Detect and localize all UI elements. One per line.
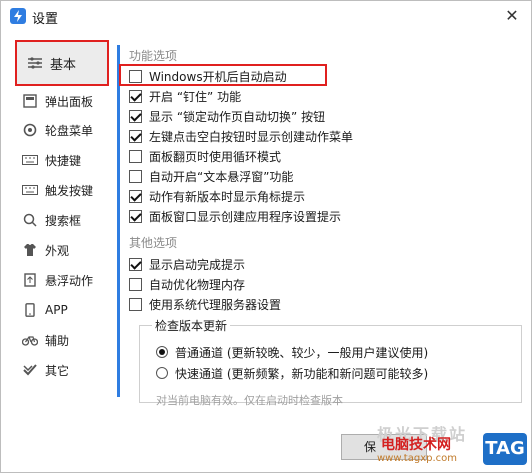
update-channel-legend: 检查版本更新 xyxy=(152,317,231,334)
checkbox[interactable] xyxy=(129,189,142,203)
panel-icon xyxy=(22,93,38,109)
checkbox[interactable] xyxy=(129,257,142,271)
sidebar-item-label: APP xyxy=(45,303,68,317)
sidebar-item-float-action[interactable]: 悬浮动作 xyxy=(22,268,93,292)
sidebar-item-app[interactable]: APP xyxy=(22,298,68,322)
radio-label: 快速通道 (更新频繁，新功能和新问题可能较多) xyxy=(175,366,429,381)
checkbox-label: 自动开启“文本悬浮窗”功能 xyxy=(149,169,294,184)
close-button[interactable]: ✕ xyxy=(501,5,523,27)
checkbox[interactable] xyxy=(129,129,142,143)
sidebar-item-search-box[interactable]: 搜索框 xyxy=(22,208,81,232)
sidebar-item-assist[interactable]: 辅助 xyxy=(22,328,69,352)
checkbox-loop-paging[interactable]: 面板翻页时使用循环模式 xyxy=(129,147,281,165)
radio-button[interactable] xyxy=(156,346,168,358)
checkbox-label: Windows开机后自动启动 xyxy=(149,69,287,84)
section-title-other: 其他选项 xyxy=(129,236,178,250)
checkbox[interactable] xyxy=(129,89,142,103)
checkbox-system-proxy[interactable]: 使用系统代理服务器设置 xyxy=(129,295,281,313)
checkbox[interactable] xyxy=(129,109,142,123)
radio-fast-channel[interactable]: 快速通道 (更新频繁，新功能和新问题可能较多) xyxy=(156,364,428,382)
watermark-tag-logo: TAG xyxy=(483,433,527,465)
sidebar-item-label: 辅助 xyxy=(45,333,70,348)
shirt-icon xyxy=(22,242,38,258)
sidebar-item-label: 其它 xyxy=(45,363,70,378)
checkbox-label: 左键点击空白按钮时显示创建动作菜单 xyxy=(149,129,354,144)
checkbox[interactable] xyxy=(129,277,142,291)
sidebar-item-other[interactable]: 其它 xyxy=(22,358,69,382)
sidebar-item-label: 基本 xyxy=(50,57,77,73)
sidebar-item-label: 轮盘菜单 xyxy=(45,123,94,138)
keyboard-icon xyxy=(22,182,38,198)
watermark: 极光下载站 电脑技术网 www.tagxp.com TAG xyxy=(367,421,532,473)
radio-button[interactable] xyxy=(156,367,168,379)
checkbox-app-settings-tip[interactable]: 面板窗口显示创建应用程序设置提示 xyxy=(129,207,341,225)
checkbox[interactable] xyxy=(129,149,142,163)
checkbox-label: 面板窗口显示创建应用程序设置提示 xyxy=(149,209,342,224)
title-bar: 设置 ✕ xyxy=(1,1,531,31)
phone-icon xyxy=(22,302,38,318)
bike-icon xyxy=(22,332,38,348)
update-channel-group: 检查版本更新 普通通道 (更新较晚、较少，一般用户建议使用) 快速通道 (更新频… xyxy=(139,317,522,407)
sidebar-item-label: 搜索框 xyxy=(45,213,82,228)
watermark-url: www.tagxp.com xyxy=(377,453,457,464)
checkbox-pin[interactable]: 开启 “钉住” 功能 xyxy=(129,87,241,105)
checkbox-label: 自动优化物理内存 xyxy=(149,277,246,292)
sidebar-item-label: 悬浮动作 xyxy=(45,273,94,288)
float-icon xyxy=(22,272,38,288)
sidebar-item-appearance[interactable]: 外观 xyxy=(22,238,69,262)
checkbox-label: 动作有新版本时显示角标提示 xyxy=(149,189,306,204)
sidebar-item-label: 外观 xyxy=(45,243,70,258)
settings-window: 设置 ✕ 基本 弹出面板 轮盘菜单 快捷键 触发按键 搜索框 外观 悬浮动作 A… xyxy=(0,0,532,473)
sidebar: 基本 弹出面板 轮盘菜单 快捷键 触发按键 搜索框 外观 悬浮动作 APP 辅助… xyxy=(2,33,114,423)
sidebar-item-label: 弹出面板 xyxy=(45,94,94,109)
section-title-features: 功能选项 xyxy=(129,49,178,63)
sidebar-item-trigger-keys[interactable]: 触发按键 xyxy=(22,178,93,202)
checkbox-badge[interactable]: 动作有新版本时显示角标提示 xyxy=(129,187,305,205)
checkbox-label: 开启 “钉住” 功能 xyxy=(149,89,242,104)
checkbox-lock-switch[interactable]: 显示 “锁定动作页自动切换” 按钮 xyxy=(129,107,325,125)
checkbox[interactable] xyxy=(129,69,142,83)
sidebar-item-popup-panel[interactable]: 弹出面板 xyxy=(22,89,93,113)
sidebar-item-label: 快捷键 xyxy=(45,153,82,168)
checkbox[interactable] xyxy=(129,297,142,311)
radio-label: 普通通道 (更新较晚、较少，一般用户建议使用) xyxy=(175,345,429,360)
checkbox-left-click-menu[interactable]: 左键点击空白按钮时显示创建动作菜单 xyxy=(129,127,353,145)
wheel-icon xyxy=(22,122,38,138)
checkbox-optimize-memory[interactable]: 自动优化物理内存 xyxy=(129,275,245,293)
sidebar-divider xyxy=(117,45,120,397)
checkbox-autostart[interactable]: Windows开机后自动启动 xyxy=(129,67,287,85)
sidebar-item-basic[interactable]: 基本 xyxy=(15,40,109,86)
checkbox-startup-tip[interactable]: 显示启动完成提示 xyxy=(129,255,245,273)
checkbox-text-float[interactable]: 自动开启“文本悬浮窗”功能 xyxy=(129,167,293,185)
sidebar-item-label: 触发按键 xyxy=(45,183,94,198)
search-icon xyxy=(22,212,38,228)
checkbox-label: 使用系统代理服务器设置 xyxy=(149,297,282,312)
keyboard-icon xyxy=(22,152,38,168)
sliders-icon xyxy=(27,55,43,71)
checkbox-label: 面板翻页时使用循环模式 xyxy=(149,149,282,164)
checkbox[interactable] xyxy=(129,169,142,183)
checkbox[interactable] xyxy=(129,209,142,223)
window-title: 设置 xyxy=(32,12,59,27)
app-logo-icon xyxy=(10,8,26,24)
watermark-main-text: 电脑技术网 xyxy=(381,437,451,453)
check-icon xyxy=(22,362,38,378)
checkbox-label: 显示 “锁定动作页自动切换” 按钮 xyxy=(149,109,326,124)
radio-normal-channel[interactable]: 普通通道 (更新较晚、较少，一般用户建议使用) xyxy=(156,343,428,361)
update-note: 对当前电脑有效。仅在启动时检查版本 xyxy=(156,394,343,407)
sidebar-item-hotkeys[interactable]: 快捷键 xyxy=(22,148,81,172)
sidebar-item-wheel-menu[interactable]: 轮盘菜单 xyxy=(22,118,93,142)
checkbox-label: 显示启动完成提示 xyxy=(149,257,246,272)
settings-content: 功能选项 Windows开机后自动启动 开启 “钉住” 功能 显示 “锁定动作页… xyxy=(129,39,524,429)
